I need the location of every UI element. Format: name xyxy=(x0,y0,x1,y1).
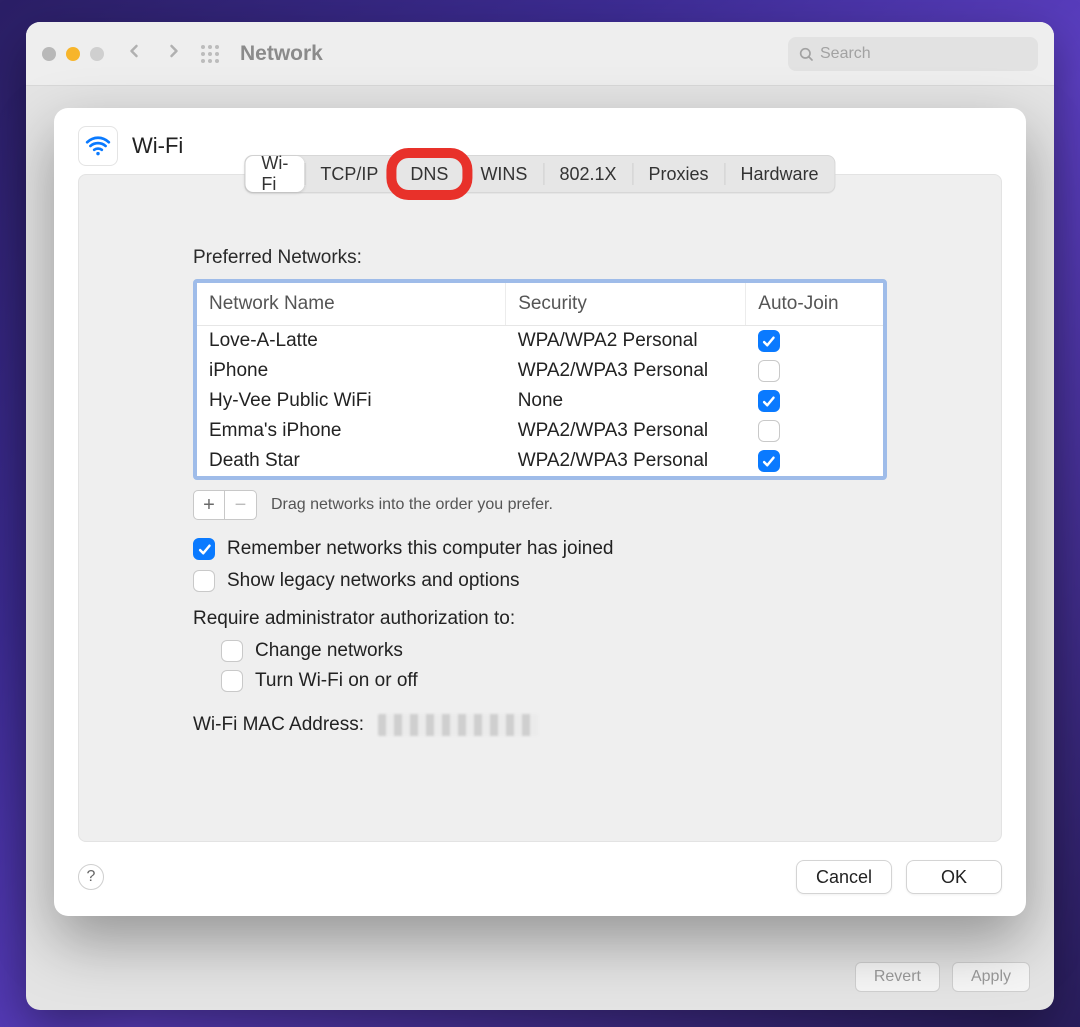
remember-label: Remember networks this computer has join… xyxy=(227,538,614,560)
auto-join-checkbox[interactable] xyxy=(758,360,780,382)
forward-button[interactable] xyxy=(164,41,184,66)
add-network-button[interactable]: + xyxy=(193,490,225,520)
network-security-cell: None xyxy=(506,386,746,416)
wifi-advanced-sheet: Wi-Fi Wi-Fi TCP/IP DNS WINS 802.1X Proxi… xyxy=(54,108,1026,916)
network-autojoin-cell xyxy=(746,416,883,446)
table-row[interactable]: Hy-Vee Public WiFiNone xyxy=(197,386,883,416)
table-row[interactable]: Love-A-LatteWPA/WPA2 Personal xyxy=(197,326,883,357)
legacy-label: Show legacy networks and options xyxy=(227,570,520,592)
close-window-button[interactable] xyxy=(42,47,56,61)
remember-row: Remember networks this computer has join… xyxy=(193,538,887,560)
table-row[interactable]: Emma's iPhoneWPA2/WPA3 Personal xyxy=(197,416,883,446)
remove-network-button[interactable]: − xyxy=(225,490,257,520)
col-security[interactable]: Security xyxy=(506,283,746,326)
tab-dns-label: DNS xyxy=(410,164,448,185)
legacy-checkbox[interactable] xyxy=(193,570,215,592)
zoom-window-button[interactable] xyxy=(90,47,104,61)
table-row[interactable]: iPhoneWPA2/WPA3 Personal xyxy=(197,356,883,386)
mac-address-label: Wi-Fi MAC Address: xyxy=(193,714,364,736)
ok-button[interactable]: OK xyxy=(906,860,1002,894)
network-name-cell: Hy-Vee Public WiFi xyxy=(197,386,506,416)
preferred-networks-table[interactable]: Network Name Security Auto-Join Love-A-L… xyxy=(193,279,887,480)
back-button[interactable] xyxy=(124,41,144,66)
legacy-row: Show legacy networks and options xyxy=(193,570,887,592)
cancel-button[interactable]: Cancel xyxy=(796,860,892,894)
network-security-cell: WPA2/WPA3 Personal xyxy=(506,416,746,446)
window-controls xyxy=(42,47,104,61)
admin-wifi-row: Turn Wi-Fi on or off xyxy=(221,670,887,692)
network-name-cell: Emma's iPhone xyxy=(197,416,506,446)
admin-auth-label: Require administrator authorization to: xyxy=(193,608,887,630)
nav-arrows xyxy=(124,41,184,66)
revert-button[interactable]: Revert xyxy=(855,962,940,992)
admin-change-row: Change networks xyxy=(221,640,887,662)
auto-join-checkbox[interactable] xyxy=(758,420,780,442)
drag-hint: Drag networks into the order you prefer. xyxy=(271,496,553,514)
admin-change-checkbox[interactable] xyxy=(221,640,243,662)
apply-button[interactable]: Apply xyxy=(952,962,1030,992)
search-placeholder: Search xyxy=(820,45,871,63)
tab-proxies[interactable]: Proxies xyxy=(633,156,725,192)
mac-address-row: Wi-Fi MAC Address: xyxy=(193,714,887,736)
network-security-cell: WPA2/WPA3 Personal xyxy=(506,446,746,476)
tab-wins[interactable]: WINS xyxy=(464,156,543,192)
network-autojoin-cell xyxy=(746,386,883,416)
tab-dns[interactable]: DNS xyxy=(394,156,464,192)
table-row[interactable]: Death StarWPA2/WPA3 Personal xyxy=(197,446,883,476)
tab-wifi[interactable]: Wi-Fi xyxy=(245,156,304,192)
search-icon xyxy=(798,46,814,62)
col-auto-join[interactable]: Auto-Join xyxy=(746,283,883,326)
tab-tcpip[interactable]: TCP/IP xyxy=(304,156,394,192)
network-autojoin-cell xyxy=(746,326,883,357)
sheet-title: Wi-Fi xyxy=(132,133,183,159)
admin-wifi-checkbox[interactable] xyxy=(221,670,243,692)
network-name-cell: Love-A-Latte xyxy=(197,326,506,357)
parent-footer: Revert Apply xyxy=(855,962,1030,992)
advanced-panel: Wi-Fi TCP/IP DNS WINS 802.1X Proxies Har… xyxy=(78,174,1002,842)
admin-wifi-label: Turn Wi-Fi on or off xyxy=(255,670,418,692)
col-network-name[interactable]: Network Name xyxy=(197,283,506,326)
titlebar: Network Search xyxy=(26,22,1054,86)
sheet-footer: ? Cancel OK xyxy=(78,842,1002,894)
network-name-cell: iPhone xyxy=(197,356,506,386)
search-input[interactable]: Search xyxy=(788,37,1038,71)
network-name-cell: Death Star xyxy=(197,446,506,476)
tab-hardware[interactable]: Hardware xyxy=(725,156,835,192)
network-autojoin-cell xyxy=(746,446,883,476)
network-autojoin-cell xyxy=(746,356,883,386)
window-title: Network xyxy=(240,42,323,66)
network-security-cell: WPA/WPA2 Personal xyxy=(506,326,746,357)
tab-8021x[interactable]: 802.1X xyxy=(543,156,632,192)
auto-join-checkbox[interactable] xyxy=(758,330,780,352)
minimize-window-button[interactable] xyxy=(66,47,80,61)
network-security-cell: WPA2/WPA3 Personal xyxy=(506,356,746,386)
preferred-networks-label: Preferred Networks: xyxy=(193,247,983,269)
grid-icon[interactable] xyxy=(198,42,222,66)
table-toolbar: + − Drag networks into the order you pre… xyxy=(193,490,887,520)
auto-join-checkbox[interactable] xyxy=(758,450,780,472)
auto-join-checkbox[interactable] xyxy=(758,390,780,412)
wifi-icon xyxy=(78,126,118,166)
remember-checkbox[interactable] xyxy=(193,538,215,560)
admin-change-label: Change networks xyxy=(255,640,403,662)
tab-bar: Wi-Fi TCP/IP DNS WINS 802.1X Proxies Har… xyxy=(244,155,835,193)
help-button[interactable]: ? xyxy=(78,864,104,890)
mac-address-value-redacted xyxy=(378,714,538,736)
